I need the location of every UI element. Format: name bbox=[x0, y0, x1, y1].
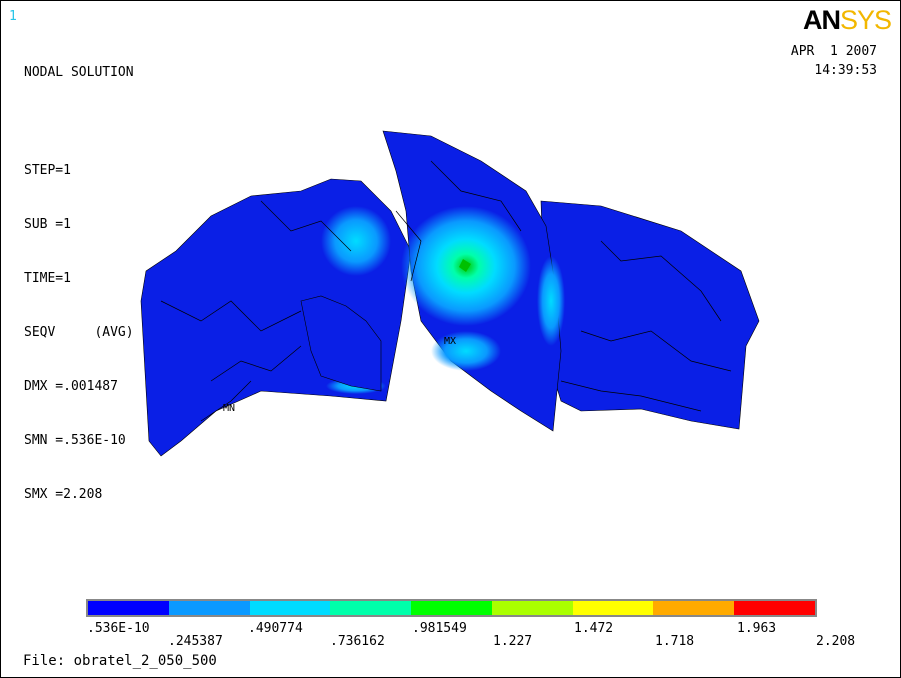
legend-swatch-6 bbox=[491, 601, 573, 615]
file-name-label: File: obratel_2_050_500 bbox=[23, 653, 217, 669]
stress-cool-region-center bbox=[431, 331, 501, 371]
legend-label-2: .245387 bbox=[168, 634, 223, 649]
legend-swatch-2 bbox=[168, 601, 250, 615]
legend-label-1: .536E-10 bbox=[87, 621, 150, 636]
stress-contour-plot[interactable]: MX MN bbox=[1, 1, 900, 677]
legend-swatch-5 bbox=[411, 601, 492, 615]
legend-swatch-4 bbox=[330, 601, 412, 615]
legend-label-6: 1.227 bbox=[493, 634, 533, 649]
max-label: MX bbox=[444, 336, 456, 347]
legend-swatch-8 bbox=[653, 601, 735, 615]
min-label: MN bbox=[223, 403, 235, 414]
legend-swatch-7 bbox=[572, 601, 654, 615]
stress-cool-region-left bbox=[321, 206, 391, 276]
legend-label-10: 2.208 bbox=[816, 634, 856, 649]
legend-label-9: 1.963 bbox=[737, 621, 777, 636]
legend-label-3: .490774 bbox=[248, 621, 303, 636]
legend-swatch-1 bbox=[88, 601, 169, 615]
graphics-viewport[interactable]: 1 NODAL SOLUTION STEP=1 SUB =1 TIME=1 SE… bbox=[0, 0, 901, 678]
legend-label-4: .736162 bbox=[330, 634, 385, 649]
legend-label-7: 1.472 bbox=[574, 621, 614, 636]
contour-legend-bar bbox=[86, 599, 817, 617]
stress-cool-region-right bbox=[537, 256, 565, 346]
legend-swatch-9 bbox=[734, 601, 816, 615]
legend-label-5: .981549 bbox=[412, 621, 467, 636]
legend-swatch-3 bbox=[249, 601, 331, 615]
right-wing bbox=[540, 200, 760, 430]
legend-label-8: 1.718 bbox=[655, 634, 695, 649]
